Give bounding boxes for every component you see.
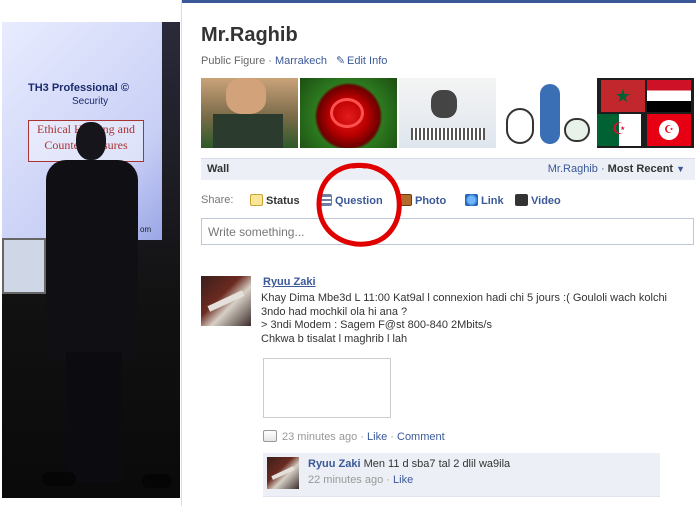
video-icon: [515, 194, 528, 206]
comment-avatar[interactable]: [267, 457, 299, 489]
share-status[interactable]: Status: [250, 194, 300, 207]
wall-filter-owner[interactable]: Mr.Raghib: [548, 163, 598, 175]
comment-bubble-icon: [263, 430, 277, 442]
person-head: [76, 122, 106, 160]
profile-name[interactable]: Mr.Raghib: [201, 24, 298, 47]
flag-morocco-icon: ★: [601, 80, 645, 112]
post-meta: 23 minutes ago · Like · Comment: [263, 430, 445, 443]
slide-brand-sub: Security: [72, 96, 109, 107]
left-column: TH3 Professional © Security Ethical Hack…: [0, 0, 182, 506]
comment-text: Men 11 d sba7 tal 2 dlil wa9ila: [363, 458, 511, 470]
post-author-link[interactable]: Ryuu Zaki: [263, 276, 316, 288]
comment-timestamp[interactable]: 22 minutes ago: [308, 474, 383, 486]
post-attachment[interactable]: [263, 358, 391, 418]
photo-flags[interactable]: ★ ☪ ☪: [597, 78, 694, 148]
person-shoe-left: [42, 472, 76, 486]
pencil-icon: ✎: [336, 55, 346, 67]
wall-filter-separator: ·: [600, 163, 605, 175]
comment-line: Ryuu Zaki Men 11 d sba7 tal 2 dlil wa9ila: [308, 458, 510, 470]
photo-cartoon[interactable]: [498, 78, 595, 148]
status-icon: [250, 194, 263, 206]
photo-strip: ★ ☪ ☪: [201, 78, 695, 148]
comment-author-link[interactable]: Ryuu Zaki: [308, 458, 361, 470]
share-bar: Share: Status Question Photo Link Video: [201, 193, 695, 209]
wall-filter-mode[interactable]: Most Recent: [608, 163, 673, 175]
profile-photo[interactable]: TH3 Professional © Security Ethical Hack…: [2, 22, 180, 498]
photo-footballer[interactable]: [201, 78, 298, 148]
profile-location-link[interactable]: Marrakech: [275, 55, 327, 67]
comment: Ryuu Zaki Men 11 d sba7 tal 2 dlil wa9ila…: [263, 453, 660, 497]
flag-algeria-icon: ☪: [597, 114, 641, 146]
person-legs: [66, 352, 122, 482]
monitor: [2, 238, 46, 294]
person-shoe-right: [142, 474, 172, 488]
comment-meta: 22 minutes ago · Like: [308, 474, 414, 486]
status-composer[interactable]: [201, 218, 694, 245]
link-icon: [465, 194, 478, 206]
share-video[interactable]: Video: [515, 194, 561, 207]
share-label: Share:: [201, 194, 234, 206]
post-line: Khay Dima Mbe3d L 11:00 Kat9al l connexi…: [261, 292, 668, 304]
post-timestamp[interactable]: 23 minutes ago: [282, 431, 357, 443]
slide-footer: om: [140, 225, 152, 234]
slide-brand: TH3 Professional ©: [28, 82, 130, 94]
comment-link[interactable]: Comment: [397, 431, 445, 443]
post-line: Chkwa b tisalat l maghrib l lah: [261, 332, 408, 345]
post-line: 3ndo had mochkil ola hi ana ?: [261, 305, 408, 318]
person-body: [46, 160, 138, 360]
share-link[interactable]: Link: [465, 194, 504, 207]
share-photo[interactable]: Photo: [399, 194, 446, 207]
flag-tunisia-icon: ☪: [647, 114, 691, 146]
wall-header: Wall Mr.Raghib · Most Recent ▼: [201, 158, 695, 180]
comment-like-link[interactable]: Like: [393, 474, 413, 486]
profile-meta: Public Figure · Marrakech ✎ Edit Info: [201, 55, 388, 67]
red-circle-annotation: [316, 162, 402, 247]
post-body: Khay Dima Mbe3d L 11:00 Kat9al l connexi…: [261, 292, 681, 346]
photo-red-rose[interactable]: [300, 78, 397, 148]
profile-category: Public Figure: [201, 55, 266, 67]
post-line: > 3ndi Modem : Sagem F@st 800-840 2Mbits…: [261, 319, 492, 331]
like-link[interactable]: Like: [367, 431, 387, 443]
photo-man-barcode[interactable]: [399, 78, 496, 148]
wall-filter[interactable]: Mr.Raghib · Most Recent ▼: [548, 163, 685, 175]
flag-icon: [647, 80, 691, 112]
caret-down-icon[interactable]: ▼: [676, 164, 685, 174]
wall-title: Wall: [207, 163, 230, 175]
edit-info-link[interactable]: Edit Info: [347, 55, 387, 67]
avatar[interactable]: [201, 276, 251, 326]
composer-input[interactable]: [202, 219, 693, 244]
